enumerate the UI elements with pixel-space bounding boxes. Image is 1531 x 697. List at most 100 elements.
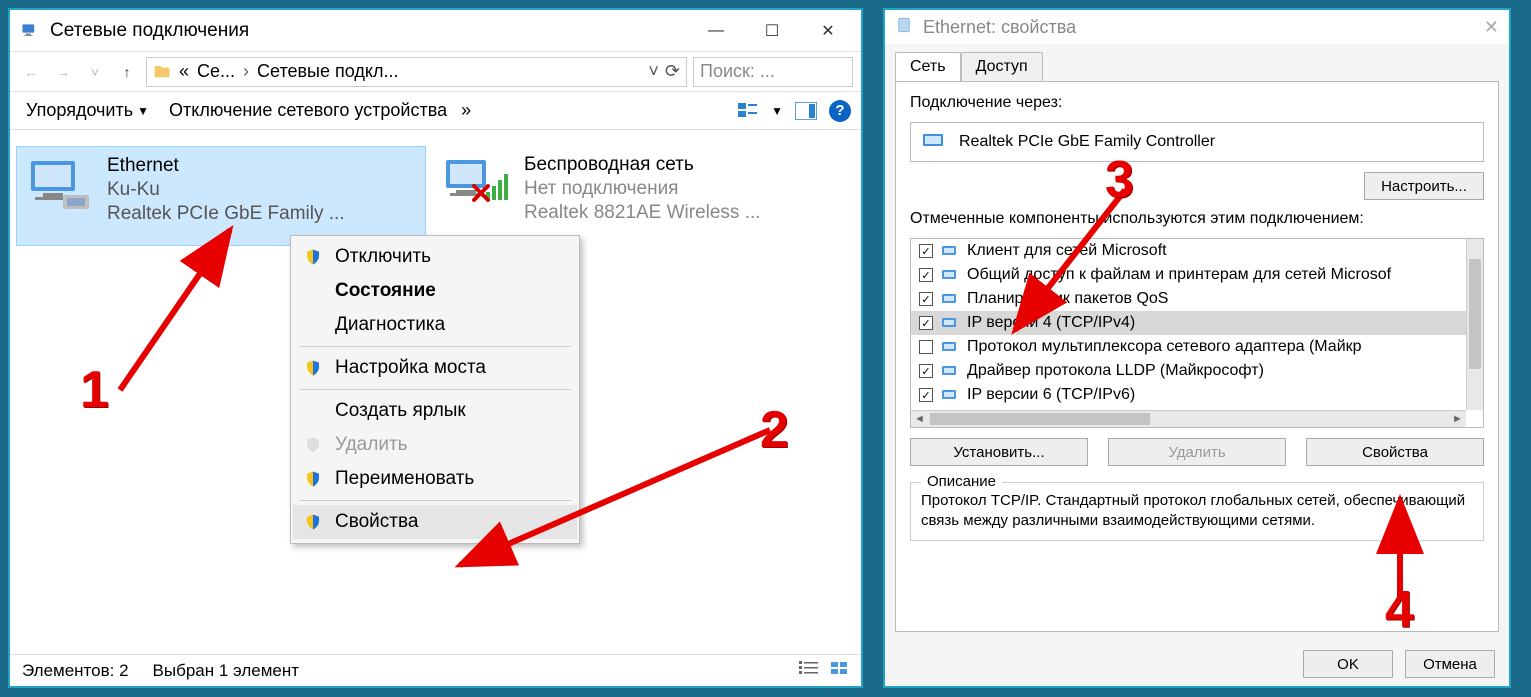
remove-button: Удалить bbox=[1108, 438, 1286, 466]
component-row[interactable]: Общий доступ к файлам и принтерам для се… bbox=[911, 263, 1483, 287]
component-icon bbox=[941, 244, 959, 258]
ethernet-properties-dialog: Ethernet: свойства ✕ Сеть Доступ Подключ… bbox=[883, 8, 1511, 688]
refresh-icon[interactable]: ⟳ bbox=[665, 61, 680, 82]
adapter-wireless[interactable]: Беспроводная сеть Нет подключения Realte… bbox=[434, 146, 844, 246]
properties-button[interactable]: Свойства bbox=[1306, 438, 1484, 466]
adapter-network: Ku-Ku bbox=[107, 179, 345, 201]
checkbox[interactable] bbox=[919, 316, 933, 330]
ctx-disable[interactable]: Отключить bbox=[293, 240, 577, 274]
adapter-ethernet[interactable]: Ethernet Ku-Ku Realtek PCIe GbE Family .… bbox=[16, 146, 426, 246]
organize-menu[interactable]: Упорядочить▼ bbox=[20, 96, 155, 125]
ctx-delete: Удалить bbox=[293, 428, 577, 462]
dialog-titlebar: Ethernet: свойства ✕ bbox=[885, 10, 1509, 44]
component-label: Протокол мультиплексора сетевого адаптер… bbox=[967, 338, 1362, 356]
close-button[interactable]: ✕ bbox=[1484, 17, 1499, 38]
component-icon bbox=[941, 316, 959, 330]
nic-icon bbox=[895, 16, 913, 39]
dialog-buttons: OK Отмена bbox=[885, 642, 1509, 686]
adapter-field: Realtek PCIe GbE Family Controller bbox=[910, 122, 1484, 162]
status-bar: Элементов: 2 Выбран 1 элемент bbox=[10, 654, 861, 686]
view-large-icon[interactable] bbox=[829, 660, 849, 681]
address-seg-1[interactable]: Се... bbox=[197, 61, 235, 82]
up-button[interactable]: ↑ bbox=[114, 59, 140, 85]
minimize-button[interactable]: — bbox=[693, 15, 739, 47]
component-icon bbox=[941, 364, 959, 378]
ok-button[interactable]: OK bbox=[1303, 650, 1393, 678]
preview-pane-icon[interactable] bbox=[795, 100, 817, 122]
horizontal-scrollbar[interactable]: ◄ ► bbox=[911, 410, 1466, 427]
checkbox[interactable] bbox=[919, 364, 933, 378]
cancel-button[interactable]: Отмена bbox=[1405, 650, 1495, 678]
maximize-button[interactable]: ☐ bbox=[749, 15, 795, 47]
component-label: IP версии 4 (TCP/IPv4) bbox=[967, 314, 1135, 332]
close-button[interactable]: ✕ bbox=[805, 15, 851, 47]
component-icon bbox=[941, 292, 959, 306]
ctx-diagnose[interactable]: Диагностика bbox=[293, 308, 577, 342]
nic-icon bbox=[20, 21, 40, 41]
tab-strip: Сеть Доступ bbox=[885, 44, 1509, 81]
window-title: Сетевые подключения bbox=[50, 20, 683, 42]
checkbox[interactable] bbox=[919, 244, 933, 258]
scroll-left-icon[interactable]: ◄ bbox=[911, 413, 928, 425]
checkbox[interactable] bbox=[919, 268, 933, 282]
status-selected: Выбран 1 элемент bbox=[153, 661, 299, 681]
annotation-4: 4 bbox=[1385, 580, 1414, 640]
ctx-bridge[interactable]: Настройка моста bbox=[293, 351, 577, 385]
component-label: Клиент для сетей Microsoft bbox=[967, 242, 1167, 260]
disable-device-button[interactable]: Отключение сетевого устройства bbox=[163, 96, 453, 125]
component-label: Общий доступ к файлам и принтерам для се… bbox=[967, 266, 1391, 284]
view-dropdown-icon[interactable]: ▼ bbox=[771, 104, 783, 118]
back-button[interactable]: ← bbox=[18, 59, 44, 85]
ctx-status[interactable]: Состояние bbox=[293, 274, 577, 308]
adapter-device: Realtek 8821AE Wireless ... bbox=[524, 202, 761, 224]
view-layout-icon[interactable] bbox=[737, 100, 759, 122]
help-icon[interactable]: ? bbox=[829, 100, 851, 122]
components-label: Отмеченные компоненты используются этим … bbox=[910, 210, 1484, 228]
address-bar[interactable]: « Се... › Сетевые подкл... ˅ ⟳ bbox=[146, 57, 687, 87]
dialog-title: Ethernet: свойства bbox=[923, 17, 1076, 38]
more-menu[interactable]: » bbox=[461, 100, 471, 121]
vertical-scrollbar[interactable] bbox=[1466, 239, 1483, 410]
checkbox[interactable] bbox=[919, 388, 933, 402]
adapter-name: Realtek PCIe GbE Family Controller bbox=[959, 133, 1215, 151]
component-row[interactable]: Планировщик пакетов QoS bbox=[911, 287, 1483, 311]
search-input[interactable]: Поиск: ... bbox=[693, 57, 853, 87]
ethernet-adapter-icon bbox=[25, 155, 95, 215]
separator bbox=[299, 500, 571, 501]
adapter-list: Ethernet Ku-Ku Realtek PCIe GbE Family .… bbox=[10, 130, 861, 654]
folder-icon bbox=[153, 63, 171, 81]
address-dropdown-icon[interactable]: ˅ bbox=[648, 61, 659, 82]
address-seg-2[interactable]: Сетевые подкл... bbox=[257, 61, 398, 82]
component-row[interactable]: Протокол мультиплексора сетевого адаптер… bbox=[911, 335, 1483, 359]
annotation-3: 3 bbox=[1105, 150, 1134, 210]
recent-dropdown[interactable]: ˅ bbox=[82, 59, 108, 85]
component-row[interactable]: IP версии 4 (TCP/IPv4) bbox=[911, 311, 1483, 335]
wireless-adapter-icon bbox=[442, 154, 512, 214]
adapter-text: Ethernet Ku-Ku Realtek PCIe GbE Family .… bbox=[107, 155, 345, 225]
component-row[interactable]: Драйвер протокола LLDP (Майкрософт) bbox=[911, 359, 1483, 383]
tab-body: Подключение через: Realtek PCIe GbE Fami… bbox=[895, 81, 1499, 632]
component-row[interactable]: IP версии 6 (TCP/IPv6) bbox=[911, 383, 1483, 407]
component-label: Планировщик пакетов QoS bbox=[967, 290, 1168, 308]
tab-network[interactable]: Сеть bbox=[895, 52, 961, 81]
install-button[interactable]: Установить... bbox=[910, 438, 1088, 466]
component-icon bbox=[941, 268, 959, 282]
annotation-1: 1 bbox=[80, 360, 109, 420]
components-list[interactable]: Клиент для сетей Microsoft Общий доступ к… bbox=[910, 238, 1484, 428]
ctx-rename[interactable]: Переименовать bbox=[293, 462, 577, 496]
forward-button[interactable]: → bbox=[50, 59, 76, 85]
checkbox[interactable] bbox=[919, 340, 933, 354]
component-icon bbox=[941, 388, 959, 402]
scroll-right-icon[interactable]: ► bbox=[1449, 413, 1466, 425]
tab-sharing[interactable]: Доступ bbox=[961, 52, 1043, 81]
annotation-arrow-1 bbox=[110, 220, 270, 400]
configure-button[interactable]: Настроить... bbox=[1364, 172, 1484, 200]
ctx-properties[interactable]: Свойства bbox=[293, 505, 577, 539]
view-details-icon[interactable] bbox=[799, 660, 819, 681]
ctx-shortcut[interactable]: Создать ярлык bbox=[293, 394, 577, 428]
annotation-2: 2 bbox=[760, 400, 789, 460]
chevron-right-icon: › bbox=[243, 61, 249, 82]
component-row[interactable]: Клиент для сетей Microsoft bbox=[911, 239, 1483, 263]
checkbox[interactable] bbox=[919, 292, 933, 306]
adapter-status: Нет подключения bbox=[524, 178, 761, 200]
